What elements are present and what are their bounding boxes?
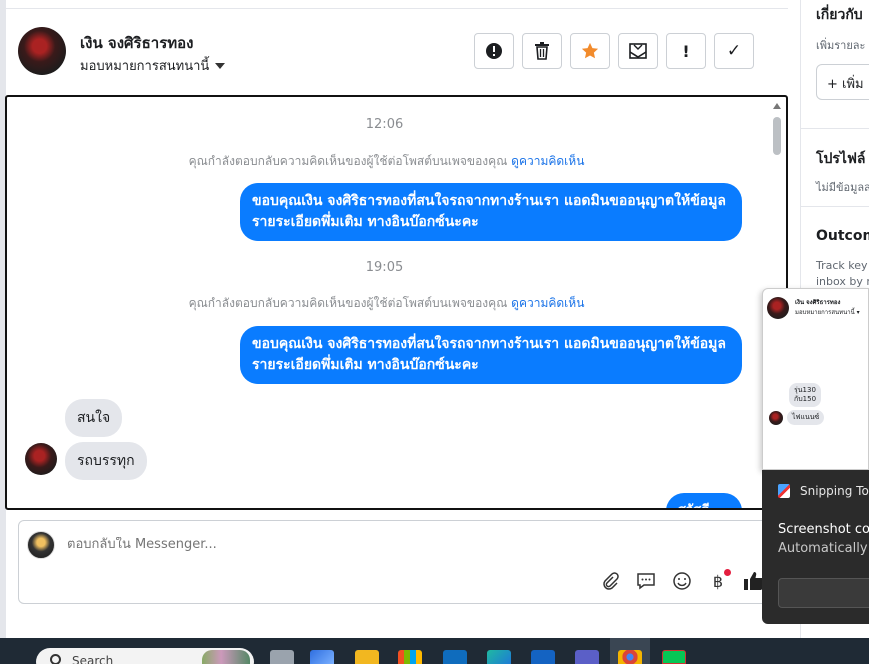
preview-message-line: กับ150 (794, 395, 817, 403)
file-explorer-icon[interactable] (355, 650, 379, 664)
plus-app-icon[interactable] (531, 650, 555, 664)
reply-composer: ฿ (18, 520, 788, 604)
view-comment-link[interactable]: ดูความคิดเห็น (511, 154, 584, 168)
mark-unread-icon (629, 43, 647, 59)
scroll-up-arrow-icon[interactable] (773, 103, 781, 109)
check-icon: ✓ (726, 41, 742, 61)
saved-reply-icon (637, 573, 655, 590)
notification-subtitle: Automatically saved (778, 541, 869, 556)
assign-conversation-dropdown[interactable]: มอบหมายการสนทนานี้ (80, 55, 226, 76)
add-details-button[interactable]: + เพิ่ม (816, 64, 869, 100)
mark-unread-button[interactable] (618, 33, 658, 69)
saved-reply-button[interactable] (633, 569, 659, 593)
delete-button[interactable] (522, 33, 562, 69)
attach-button[interactable] (597, 569, 623, 593)
timestamp: 19:05 (365, 260, 404, 275)
line-app-icon[interactable] (662, 650, 686, 664)
profile-section-subtitle: ไม่มีข้อมูลส (816, 181, 869, 194)
assign-label: มอบหมายการสนทนานี้ (80, 59, 210, 74)
contact-avatar-small (769, 411, 783, 425)
attachment-icon (603, 572, 619, 590)
snipping-tool-notification[interactable]: Snipping Tool Screenshot copied Automati… (762, 470, 869, 624)
section-divider (801, 206, 869, 207)
emoji-button[interactable] (669, 569, 695, 593)
notification-app-name: Snipping Tool (800, 484, 869, 498)
star-button[interactable] (570, 33, 610, 69)
search-highlight-image (202, 650, 250, 664)
search-icon (50, 654, 61, 664)
copilot-icon[interactable] (310, 650, 334, 664)
timestamp: 12:06 (365, 117, 404, 132)
search-placeholder: Search (72, 654, 114, 664)
preview-message-line: รุ่น130 (794, 386, 816, 394)
contact-avatar-small (767, 297, 789, 319)
report-spam-button[interactable] (474, 33, 514, 69)
section-divider (801, 128, 869, 129)
baht-payment-icon: ฿ (712, 571, 724, 591)
about-section-subtitle: เพิ่มรายละ (816, 39, 866, 52)
taskbar-search[interactable]: Search (36, 648, 254, 664)
emoji-icon (673, 572, 691, 590)
notification-dot (724, 569, 731, 576)
conversation-header: เงิน จงศิริธารทอง มอบหมายการสนทนานี้ ! ✓ (6, 8, 788, 94)
notice-text: คุณกำลังตอบกลับความคิดเห็นของผู้ใช้ต่อโพ… (188, 296, 508, 310)
chevron-down-icon (215, 62, 226, 69)
exclamation-icon: ! (682, 41, 690, 61)
teams-icon[interactable] (575, 650, 599, 664)
incoming-message[interactable]: รถบรรทุก (65, 442, 147, 480)
snipping-tool-icon (778, 484, 790, 498)
notification-title: Screenshot copied (778, 522, 869, 537)
chrome-icon[interactable] (618, 650, 642, 664)
microsoft-store-icon[interactable] (398, 650, 422, 664)
chat-preview-popup[interactable]: เงิน จงศิริธารทอง มอบหมายการสนทนานี้ ▾ ร… (762, 288, 869, 470)
star-icon (581, 42, 599, 59)
page-avatar (27, 531, 55, 559)
header-actions: ! ✓ (474, 33, 754, 69)
preview-incoming-message: ไฟแนนซ์ (787, 410, 825, 425)
comment-reply-notice: คุณกำลังตอบกลับความคิดเห็นของผู้ใช้ต่อโพ… (7, 152, 776, 171)
about-section-title: เกี่ยวกับ (816, 7, 863, 23)
outcomes-section-text: inbox by n (816, 275, 869, 288)
reply-input[interactable] (67, 537, 667, 552)
notice-text: คุณกำลังตอบกลับความคิดเห็นของผู้ใช้ต่อโพ… (188, 154, 508, 168)
incoming-message[interactable]: สนใจ (65, 399, 123, 437)
outgoing-message[interactable]: ขอบคุณเงิน จงศิริธารทองที่สนใจรถจากทางร้… (240, 326, 742, 384)
windows-taskbar: Search (0, 638, 869, 664)
payment-button[interactable]: ฿ (705, 569, 731, 593)
view-comment-link[interactable]: ดูความคิดเห็น (511, 296, 584, 310)
preview-contact-name: เงิน จงศิริธารทอง (795, 299, 841, 306)
message-thread[interactable]: 12:06 คุณกำลังตอบกลับความคิดเห็นของผู้ใช… (5, 95, 788, 510)
alert-circle-icon (486, 43, 502, 59)
outlook-icon[interactable] (443, 650, 467, 664)
preview-assign-label: มอบหมายการสนทนานี้ ▾ (795, 309, 860, 316)
outgoing-message[interactable]: ขอบคุณเงิน จงศิริธารทองที่สนใจรถจากทางร้… (240, 183, 742, 241)
contact-avatar[interactable] (18, 27, 66, 75)
outcomes-section-title: Outcom (816, 228, 869, 244)
contact-name[interactable]: เงิน จงศิริธารทอง (80, 31, 193, 55)
composer-tools: ฿ (597, 569, 767, 593)
outcomes-section-text: Track key (816, 259, 868, 272)
mark-done-button[interactable]: ✓ (714, 33, 754, 69)
edge-icon[interactable] (487, 650, 511, 664)
task-view-icon[interactable] (270, 650, 294, 664)
notification-action-button[interactable] (778, 578, 869, 608)
outgoing-message[interactable]: สวัสดี (666, 493, 742, 508)
preview-incoming-message: รุ่น130 กับ150 (789, 383, 822, 407)
profile-section-title: โปรไฟล์ (816, 151, 866, 167)
contact-avatar-small (25, 443, 57, 475)
scrollbar-thumb[interactable] (773, 117, 781, 155)
trash-icon (535, 42, 549, 60)
follow-up-button[interactable]: ! (666, 33, 706, 69)
comment-reply-notice: คุณกำลังตอบกลับความคิดเห็นของผู้ใช้ต่อโพ… (7, 294, 776, 313)
messenger-inbox-window: เงิน จงศิริธารทอง มอบหมายการสนทนานี้ ! ✓ (0, 0, 869, 638)
